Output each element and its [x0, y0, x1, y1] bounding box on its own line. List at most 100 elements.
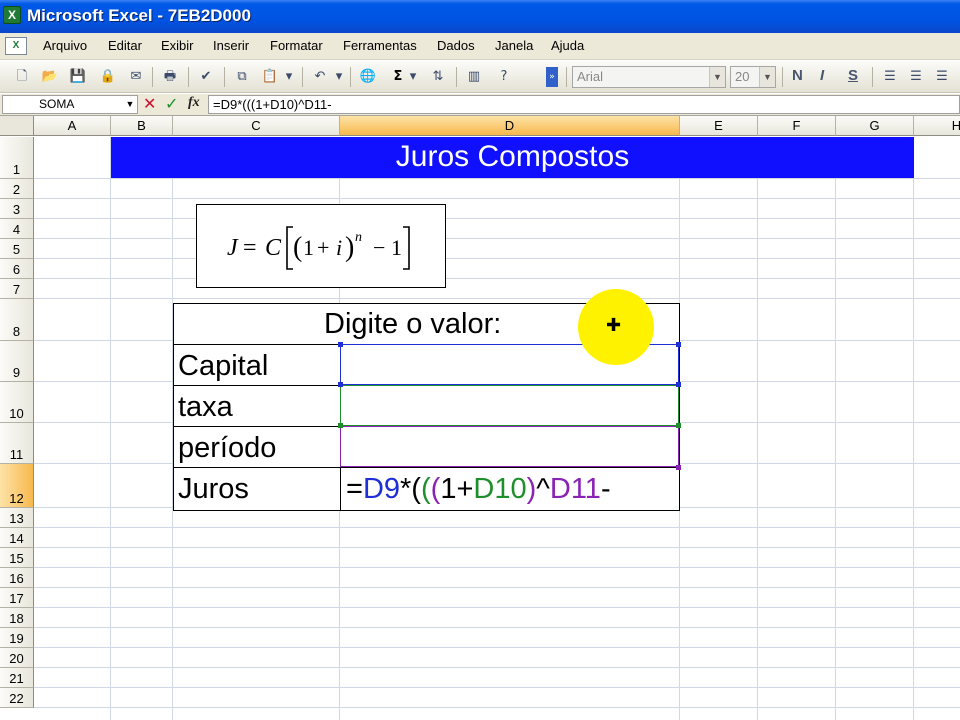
menu-dados[interactable]: Dados — [437, 38, 475, 53]
ref-handle-d10-bl[interactable] — [338, 423, 343, 428]
formula-input[interactable]: =D9*(((1+D10)^D11- — [208, 95, 960, 114]
column-header-e[interactable]: E — [680, 116, 758, 136]
row-header-21[interactable]: 21 — [0, 668, 34, 688]
column-header-c[interactable]: C — [173, 116, 340, 136]
paste-icon[interactable]: 📋 — [260, 67, 280, 87]
row-header-11[interactable]: 11 — [0, 423, 34, 464]
row-header-3[interactable]: 3 — [0, 199, 34, 219]
font-name-dropdown-icon[interactable]: ▼ — [709, 67, 725, 87]
row-header-4[interactable]: 4 — [0, 219, 34, 239]
toolbar-options-icon[interactable]: » — [546, 67, 558, 87]
row-header-15[interactable]: 15 — [0, 548, 34, 568]
ref-handle-d10-br[interactable] — [676, 423, 681, 428]
label-periodo-cell[interactable]: período — [173, 426, 341, 468]
row-header-14[interactable]: 14 — [0, 528, 34, 548]
menu-janela[interactable]: Janela — [495, 38, 533, 53]
align-center-icon[interactable]: ☰ — [906, 67, 926, 87]
hyperlink-icon[interactable]: 🌐 — [358, 67, 378, 87]
column-header-b[interactable]: B — [111, 116, 173, 136]
column-header-a[interactable]: A — [34, 116, 111, 136]
undo-icon[interactable]: ↶ — [310, 67, 330, 87]
font-size-dropdown-icon[interactable]: ▼ — [759, 67, 775, 87]
menu-inserir[interactable]: Inserir — [213, 38, 249, 53]
ref-handle-d9-tl[interactable] — [338, 342, 343, 347]
font-name-select[interactable]: Arial ▼ — [572, 66, 726, 88]
ref-handle-d9-br[interactable] — [676, 382, 681, 387]
gridline-horizontal — [34, 178, 960, 179]
gridline-vertical — [913, 137, 914, 720]
font-size-select[interactable]: 20 ▼ — [730, 66, 776, 88]
autosum-icon[interactable]: Σ — [388, 67, 408, 87]
row-header-10[interactable]: 10 — [0, 382, 34, 423]
row-header-1[interactable]: 1 — [0, 137, 34, 179]
title-bar: X Microsoft Excel - 7EB2D000 — [0, 0, 960, 33]
row-header-8[interactable]: 8 — [0, 299, 34, 341]
italic-button[interactable]: I — [820, 67, 824, 84]
menu-exibir[interactable]: Exibir — [161, 38, 194, 53]
menu-arquivo[interactable]: Arquivo — [43, 38, 87, 53]
ref-handle-d9-tr[interactable] — [676, 342, 681, 347]
worksheet-grid[interactable]: ABCDEFGH 1 2 3 4 5 6 7 8 9 10 11 12 13 14 15 16 17 18 19 20… — [0, 116, 960, 720]
bold-button[interactable]: N — [792, 67, 803, 84]
svg-text:−: − — [373, 235, 385, 260]
title-banner[interactable]: Juros Compostos — [111, 137, 914, 178]
row-header-6[interactable]: 6 — [0, 259, 34, 279]
insert-function-icon[interactable]: fx — [188, 95, 200, 111]
juros-formula-cell-editing[interactable]: =D9*(((1+D10)^D11- — [340, 467, 680, 511]
label-juros-cell[interactable]: Juros — [173, 467, 341, 511]
row-header-13[interactable]: 13 — [0, 508, 34, 528]
column-header-g[interactable]: G — [836, 116, 914, 136]
menu-editar[interactable]: Editar — [108, 38, 142, 53]
permission-icon[interactable]: 🔒 — [98, 67, 118, 87]
formula-token: D9 — [362, 473, 401, 505]
save-icon[interactable]: 💾 — [68, 67, 88, 87]
formula-token: ) — [526, 473, 537, 505]
name-box[interactable]: SOMA ▼ — [2, 95, 138, 114]
enter-check-icon[interactable]: ✓ — [165, 94, 178, 113]
row-header-19[interactable]: 19 — [0, 628, 34, 648]
row-header-17[interactable]: 17 — [0, 588, 34, 608]
row-header-22[interactable]: 22 — [0, 688, 34, 708]
align-left-icon[interactable]: ☰ — [880, 67, 900, 87]
compound-interest-formula-image[interactable]: J = C ( 1 + i ) n − 1 — [196, 204, 446, 288]
row-header-20[interactable]: 20 — [0, 648, 34, 668]
row-header-12[interactable]: 12 — [0, 464, 34, 508]
column-header-d[interactable]: D — [340, 116, 680, 136]
print-icon[interactable]: 🖶 — [160, 67, 180, 87]
new-file-icon[interactable]: 🗋 — [12, 67, 32, 87]
cancel-icon[interactable]: ✕ — [143, 94, 156, 113]
menu-ajuda[interactable]: Ajuda — [551, 38, 584, 53]
row-header-2[interactable]: 2 — [0, 179, 34, 199]
menu-ferramentas[interactable]: Ferramentas — [343, 38, 417, 53]
row-header-18[interactable]: 18 — [0, 608, 34, 628]
name-box-dropdown-icon[interactable]: ▼ — [123, 96, 137, 113]
column-header-f[interactable]: F — [758, 116, 836, 136]
copy-icon[interactable]: ⧉ — [232, 67, 252, 87]
spelling-icon[interactable]: ✔ — [196, 67, 216, 87]
excel-app-icon[interactable]: X — [3, 6, 21, 24]
email-icon[interactable]: ✉ — [126, 67, 146, 87]
label-capital-cell[interactable]: Capital — [173, 344, 341, 386]
chart-wizard-icon[interactable]: ▥ — [464, 67, 484, 87]
sort-icon[interactable]: ⇅ — [428, 67, 448, 87]
row-header-7[interactable]: 7 — [0, 279, 34, 299]
column-header-h[interactable]: H — [914, 116, 960, 136]
row-header-16[interactable]: 16 — [0, 568, 34, 588]
menu-formatar[interactable]: Formatar — [270, 38, 323, 53]
workbook-icon[interactable]: X — [5, 37, 27, 55]
open-folder-icon[interactable]: 📂 — [40, 67, 60, 87]
row-header-9[interactable]: 9 — [0, 341, 34, 382]
undo-dropdown-icon[interactable]: ▾ — [334, 67, 344, 87]
paste-dropdown-icon[interactable]: ▾ — [284, 67, 294, 87]
label-taxa-cell[interactable]: taxa — [173, 385, 341, 427]
autosum-dropdown-icon[interactable]: ▾ — [408, 67, 418, 87]
align-right-icon[interactable]: ☰ — [932, 67, 952, 87]
row-header-5[interactable]: 5 — [0, 239, 34, 259]
ref-handle-d11-br[interactable] — [676, 465, 681, 470]
underline-button[interactable]: S — [848, 67, 858, 84]
help-icon[interactable]: ? — [494, 67, 514, 87]
select-all-corner[interactable] — [0, 116, 34, 136]
gridline-horizontal — [34, 258, 960, 259]
gridline-horizontal — [34, 238, 960, 239]
ref-handle-d9-bl[interactable] — [338, 382, 343, 387]
